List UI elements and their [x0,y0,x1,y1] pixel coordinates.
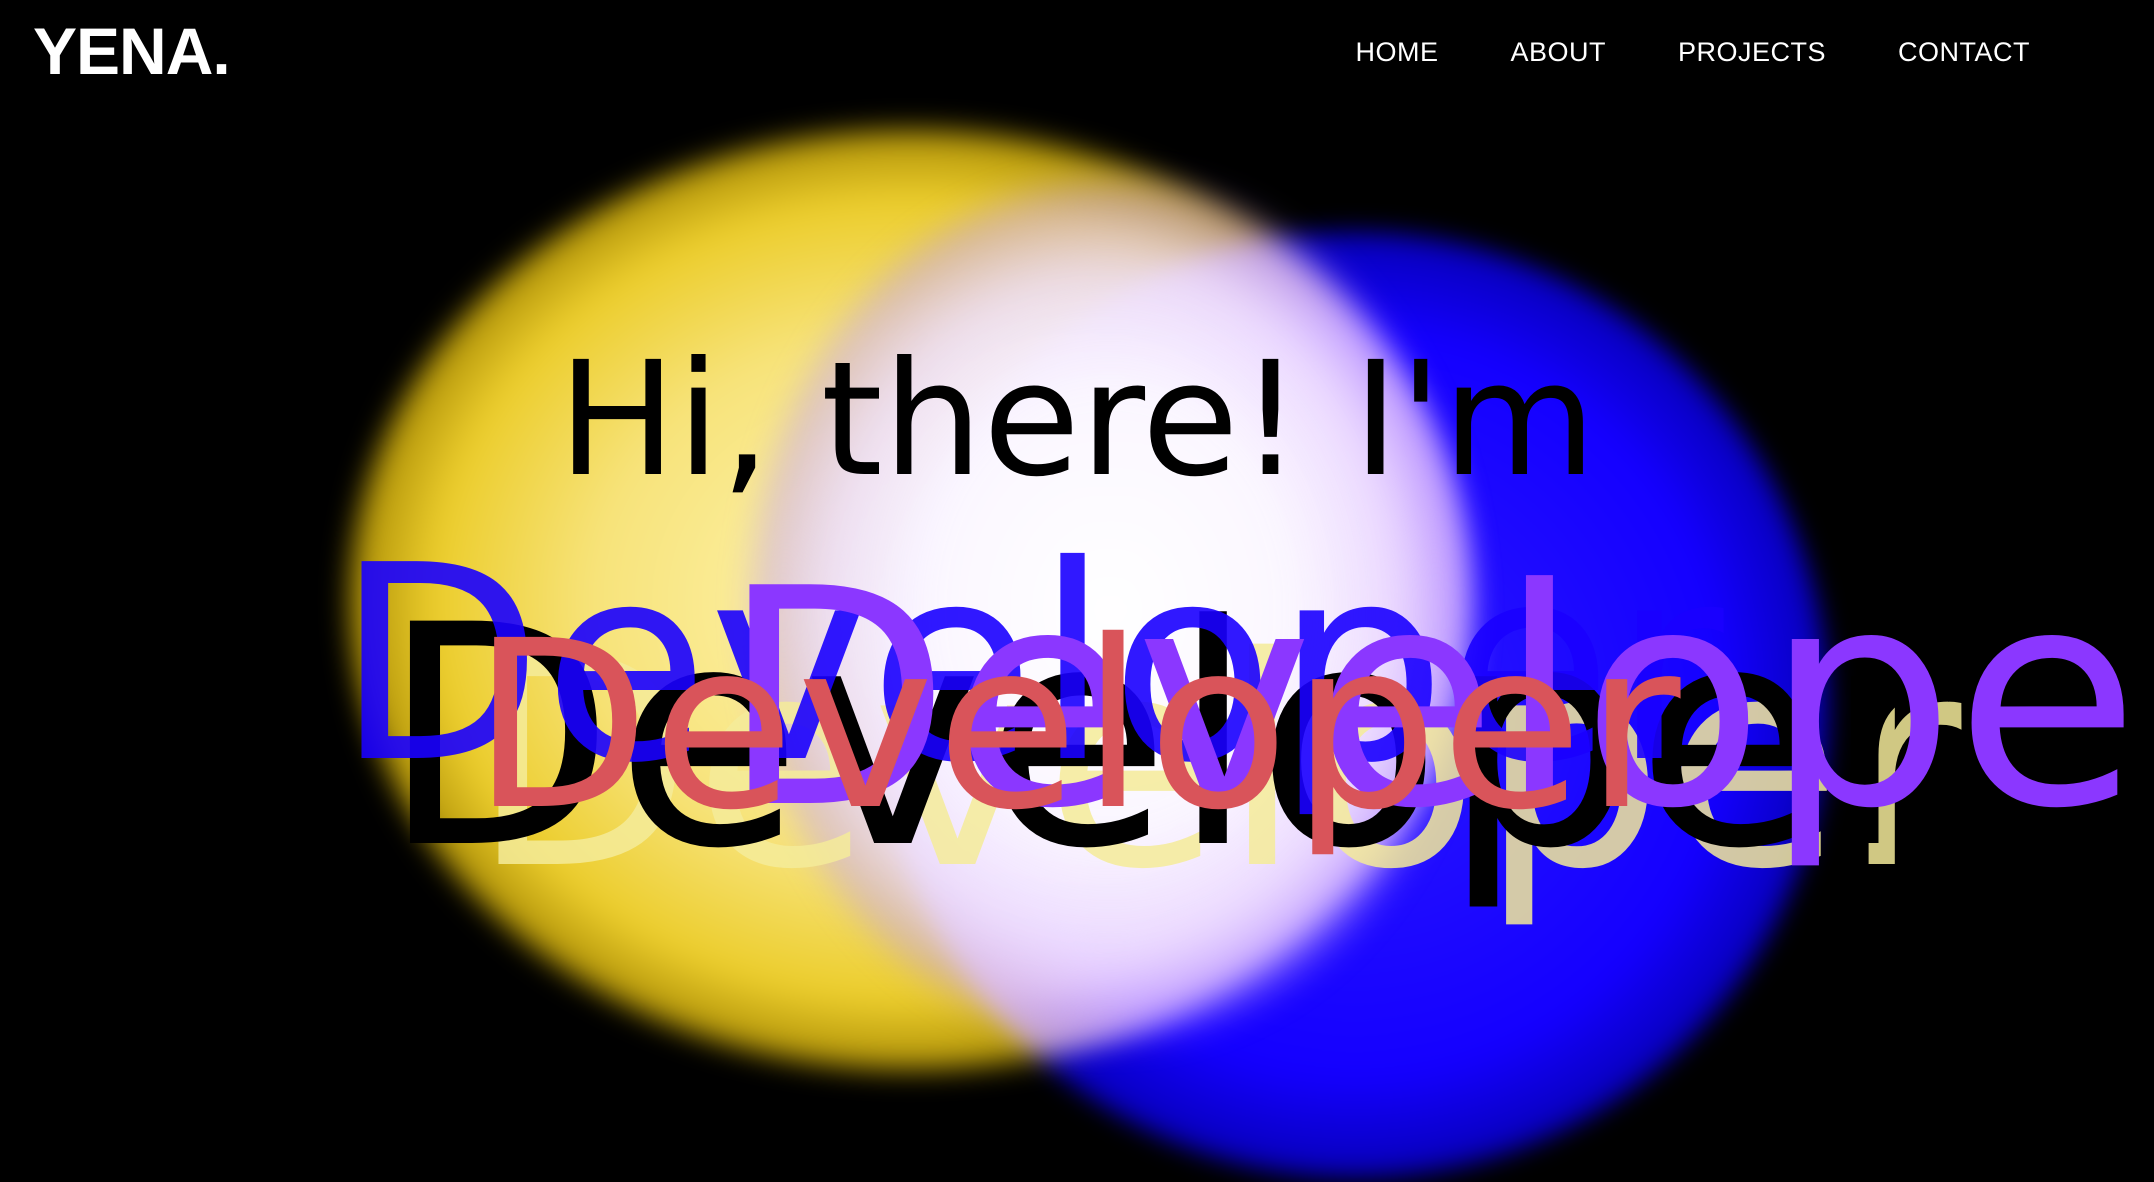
nav-menu: HOME ABOUT PROJECTS CONTACT [1355,30,2030,74]
nav-link-contact[interactable]: CONTACT [1898,30,2030,74]
nav-link-projects[interactable]: PROJECTS [1678,30,1826,74]
hero-role-title: Developer [471,591,1683,861]
site-logo[interactable]: YENA. [33,10,231,92]
hero-section: Hi, there! I'm Developer Developer Devel… [0,0,2154,1182]
nav-link-home[interactable]: HOME [1355,30,1438,74]
hero-greeting: Hi, there! I'm [557,328,1597,512]
nav-link-about[interactable]: ABOUT [1510,30,1606,74]
top-navigation: YENA. HOME ABOUT PROJECTS CONTACT [0,0,2154,110]
